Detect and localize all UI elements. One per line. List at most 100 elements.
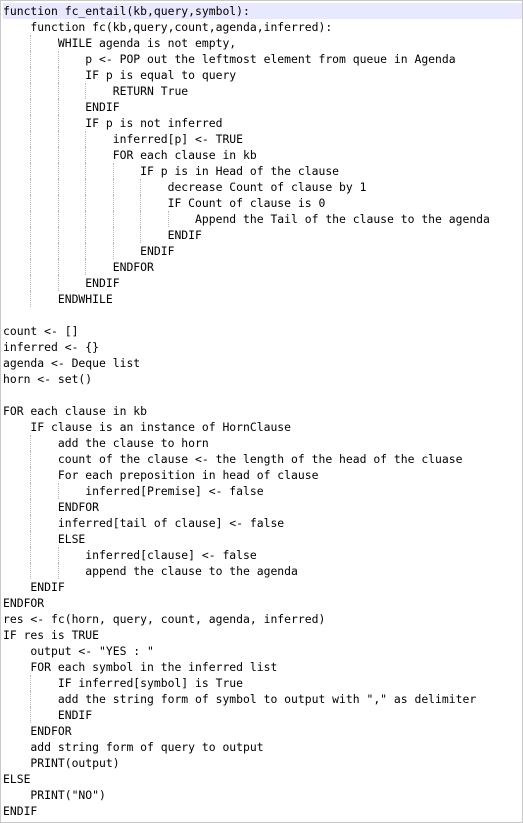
code-line[interactable]: IF res is TRUE xyxy=(3,627,522,643)
code-line[interactable]: count <- [] xyxy=(3,323,522,339)
code-line[interactable]: ENDFOR xyxy=(3,259,522,275)
code-line[interactable]: PRINT(output) xyxy=(3,755,522,771)
code-line[interactable]: ELSE xyxy=(3,531,522,547)
indent-guide xyxy=(85,243,87,259)
code-line[interactable]: For each preposition in head of clause xyxy=(3,467,522,483)
code-line[interactable]: FOR each clause in kb xyxy=(3,403,522,419)
code-line-text: function fc_entail(kb,query,symbol): xyxy=(3,4,250,18)
indent-guide xyxy=(30,691,32,707)
code-line[interactable]: ENDIF xyxy=(3,803,522,819)
code-line[interactable]: horn <- set() xyxy=(3,371,522,387)
code-line[interactable]: inferred[p] <- TRUE xyxy=(3,131,522,147)
code-line[interactable]: ENDFOR xyxy=(3,595,522,611)
indent-guide xyxy=(30,51,32,67)
indent-guide xyxy=(30,291,32,307)
indent-guide xyxy=(57,483,59,499)
code-line-text: inferred[clause] <- false xyxy=(3,548,257,562)
code-line[interactable]: agenda <- Deque list xyxy=(3,355,522,371)
code-line[interactable]: ENDFOR xyxy=(3,499,522,515)
indent-guide xyxy=(85,227,87,243)
indent-guide xyxy=(57,243,59,259)
code-line[interactable]: ENDIF xyxy=(3,275,522,291)
code-line-text: function fc(kb,query,count,agenda,inferr… xyxy=(3,20,333,34)
code-line[interactable]: inferred[clause] <- false xyxy=(3,547,522,563)
indent-guide xyxy=(30,499,32,515)
indent-guide xyxy=(57,51,59,67)
text-editor[interactable]: function fc_entail(kb,query,symbol): fun… xyxy=(0,0,523,823)
indent-guide xyxy=(57,259,59,275)
code-line[interactable]: ENDIF xyxy=(3,579,522,595)
code-line[interactable]: WHILE agenda is not empty, xyxy=(3,35,522,51)
code-line[interactable]: ELSE xyxy=(3,771,522,787)
code-line[interactable]: inferred <- {} xyxy=(3,339,522,355)
code-line[interactable]: res <- fc(horn, query, count, agenda, in… xyxy=(3,611,522,627)
indent-guide xyxy=(57,115,59,131)
code-line[interactable]: append the clause to the agenda xyxy=(3,563,522,579)
code-area[interactable]: function fc_entail(kb,query,symbol): fun… xyxy=(3,3,522,819)
indent-guide xyxy=(30,67,32,83)
indent-guide xyxy=(140,227,142,243)
code-line-text: add the clause to horn xyxy=(3,436,209,450)
code-line-text: FOR each clause in kb xyxy=(3,148,257,162)
code-line-text: append the clause to the agenda xyxy=(3,564,298,578)
code-line[interactable]: output <- "YES : " xyxy=(3,643,522,659)
code-line[interactable]: IF p is not inferred xyxy=(3,115,522,131)
indent-guide xyxy=(112,227,114,243)
indent-guide xyxy=(30,547,32,563)
code-line[interactable]: RETURN True xyxy=(3,83,522,99)
code-line[interactable]: IF Count of clause is 0 xyxy=(3,195,522,211)
code-line[interactable]: IF p is equal to query xyxy=(3,67,522,83)
code-line[interactable]: PRINT("NO") xyxy=(3,787,522,803)
code-line[interactable]: Append the Tail of the clause to the age… xyxy=(3,211,522,227)
code-line[interactable]: FOR each symbol in the inferred list xyxy=(3,659,522,675)
indent-guide xyxy=(30,35,32,51)
code-line-text: For each preposition in head of clause xyxy=(3,468,319,482)
code-line[interactable]: add string form of query to output xyxy=(3,739,522,755)
code-line[interactable]: ENDIF xyxy=(3,707,522,723)
code-line[interactable] xyxy=(3,387,522,403)
code-line-text: horn <- set() xyxy=(3,372,93,386)
indent-guide xyxy=(30,163,32,179)
code-line[interactable]: ENDWHILE xyxy=(3,291,522,307)
code-line[interactable]: inferred[tail of clause] <- false xyxy=(3,515,522,531)
code-line[interactable]: IF inferred[symbol] is True xyxy=(3,675,522,691)
indent-guide xyxy=(30,451,32,467)
code-line-text: IF clause is an instance of HornClause xyxy=(3,420,292,434)
code-line-text: ELSE xyxy=(3,772,31,786)
indent-guide xyxy=(57,163,59,179)
code-line[interactable]: ENDIF xyxy=(3,243,522,259)
code-line[interactable]: add the string form of symbol to output … xyxy=(3,691,522,707)
code-line[interactable]: function fc_entail(kb,query,symbol): xyxy=(3,3,522,19)
indent-guide xyxy=(85,259,87,275)
indent-guide xyxy=(30,275,32,291)
code-line-text: p <- POP out the leftmost element from q… xyxy=(3,52,456,66)
code-line[interactable]: inferred[Premise] <- false xyxy=(3,483,522,499)
code-line-text: ENDFOR xyxy=(3,260,154,274)
code-line-text: IF p is equal to query xyxy=(3,68,237,82)
code-line[interactable]: ENDIF xyxy=(3,99,522,115)
code-line[interactable]: FOR each clause in kb xyxy=(3,147,522,163)
code-line-text: ENDIF xyxy=(3,100,120,114)
indent-guide xyxy=(57,147,59,163)
code-line[interactable]: decrease Count of clause by 1 xyxy=(3,179,522,195)
indent-guide xyxy=(140,211,142,227)
code-line[interactable]: ENDIF xyxy=(3,227,522,243)
indent-guide xyxy=(30,531,32,547)
code-line[interactable]: p <- POP out the leftmost element from q… xyxy=(3,51,522,67)
code-line-text: ENDIF xyxy=(3,276,120,290)
code-line-text: inferred <- {} xyxy=(3,340,100,354)
indent-guide xyxy=(85,131,87,147)
code-line[interactable]: count of the clause <- the length of the… xyxy=(3,451,522,467)
code-line-text: inferred[p] <- TRUE xyxy=(3,132,244,146)
indent-guide xyxy=(85,211,87,227)
code-line[interactable] xyxy=(3,307,522,323)
code-line-text: ENDWHILE xyxy=(3,292,113,306)
code-line[interactable]: ENDFOR xyxy=(3,723,522,739)
code-line[interactable]: add the clause to horn xyxy=(3,435,522,451)
code-line[interactable]: function fc(kb,query,count,agenda,inferr… xyxy=(3,19,522,35)
indent-guide xyxy=(57,547,59,563)
indent-guide xyxy=(112,211,114,227)
indent-guide xyxy=(30,83,32,99)
code-line[interactable]: IF p is in Head of the clause xyxy=(3,163,522,179)
code-line[interactable]: IF clause is an instance of HornClause xyxy=(3,419,522,435)
